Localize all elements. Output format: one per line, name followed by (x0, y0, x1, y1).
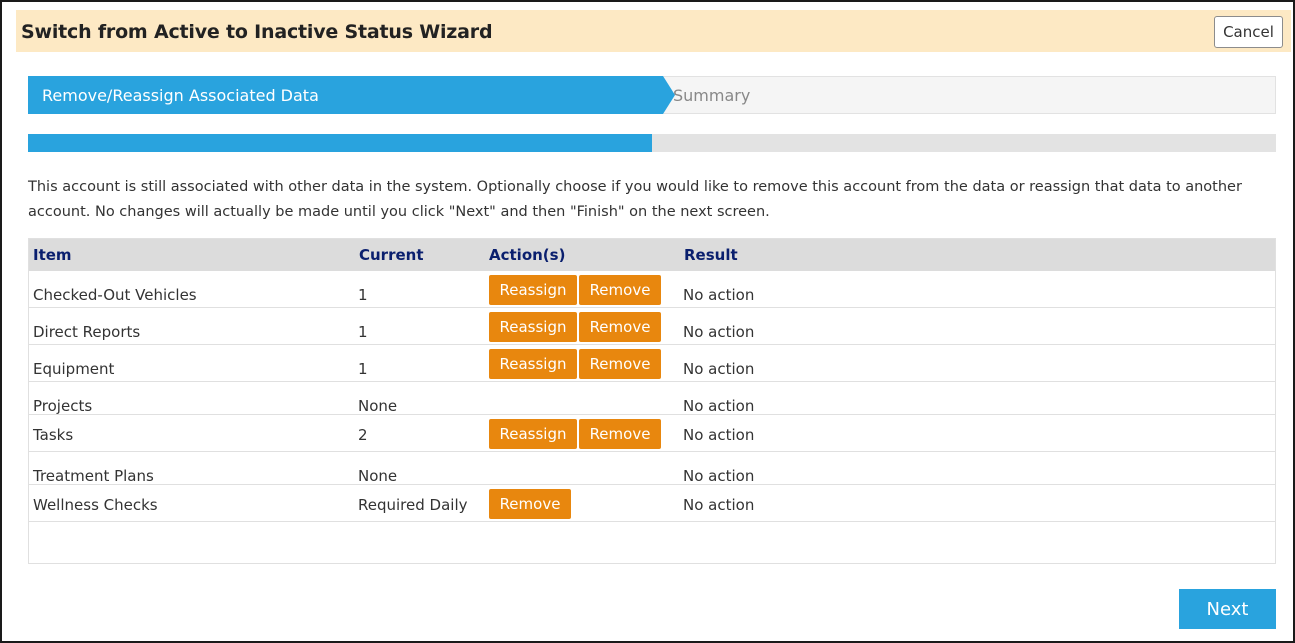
step-remove-reassign: Remove/Reassign Associated Data (28, 76, 663, 114)
reassign-button[interactable]: Reassign (489, 275, 577, 305)
row-item-name: Projects (33, 397, 93, 415)
table-row: Direct Reports 1 Reassign Remove No action (29, 308, 1275, 345)
remove-button[interactable]: Remove (579, 349, 661, 379)
row-current-value: None (358, 397, 398, 415)
row-item-name: Tasks (33, 426, 74, 444)
wizard-progress-bar (28, 134, 1276, 152)
row-actions: Reassign Remove (489, 419, 661, 449)
table-row: Tasks 2 Reassign Remove No action (29, 415, 1275, 452)
row-current-value: 1 (358, 286, 368, 304)
table-row: Equipment 1 Reassign Remove No action (29, 345, 1275, 382)
table-header: Item Current Action(s) Result (29, 239, 1275, 271)
table-row: Checked-Out Vehicles 1 Reassign Remove No ac… (29, 271, 1275, 308)
header-current: Current (359, 246, 424, 264)
remove-button[interactable]: Remove (579, 419, 661, 449)
wizard-steps: Remove/Reassign Associated Data Summary (28, 76, 1276, 114)
row-current-value: 2 (358, 426, 368, 444)
row-result: No action (683, 496, 755, 514)
row-current-value: Required Daily (358, 496, 468, 514)
row-result: No action (683, 360, 755, 378)
row-result: No action (683, 467, 755, 485)
associated-data-table: Item Current Action(s) Result Checked-Ou… (28, 238, 1276, 564)
row-actions: Reassign Remove (489, 349, 661, 379)
step-summary: Summary (673, 86, 751, 105)
row-actions: Remove (489, 489, 571, 519)
intro-text: This account is still associated with ot… (28, 179, 1242, 220)
wizard-title: Switch from Active to Inactive Status Wi… (21, 21, 493, 43)
row-actions: Reassign Remove (489, 312, 661, 342)
row-result: No action (683, 323, 755, 341)
table-row: Projects None No action (29, 382, 1275, 415)
progress-fill (28, 134, 652, 152)
title-bar: Switch from Active to Inactive Status Wi… (16, 10, 1291, 52)
row-item-name: Treatment Plans (33, 467, 154, 485)
row-current-value: 1 (358, 323, 368, 341)
row-item-name: Checked-Out Vehicles (33, 286, 197, 304)
row-actions: Reassign Remove (489, 275, 661, 305)
table-row: Treatment Plans None No action (29, 452, 1275, 485)
row-result: No action (683, 426, 755, 444)
reassign-button[interactable]: Reassign (489, 419, 577, 449)
header-result: Result (684, 246, 738, 264)
row-item-name: Direct Reports (33, 323, 141, 341)
cancel-button[interactable]: Cancel (1214, 16, 1283, 48)
row-current-value: 1 (358, 360, 368, 378)
row-current-value: None (358, 467, 398, 485)
next-button[interactable]: Next (1179, 589, 1276, 629)
remove-button[interactable]: Remove (489, 489, 571, 519)
row-result: No action (683, 286, 755, 304)
row-item-name: Wellness Checks (33, 496, 158, 514)
reassign-button[interactable]: Reassign (489, 349, 577, 379)
table-row: Wellness Checks Required Daily Remove No ac… (29, 485, 1275, 522)
header-actions: Action(s) (489, 246, 566, 264)
header-item: Item (33, 246, 72, 264)
remove-button[interactable]: Remove (579, 312, 661, 342)
remove-button[interactable]: Remove (579, 275, 661, 305)
row-item-name: Equipment (33, 360, 115, 378)
row-result: No action (683, 397, 755, 415)
reassign-button[interactable]: Reassign (489, 312, 577, 342)
